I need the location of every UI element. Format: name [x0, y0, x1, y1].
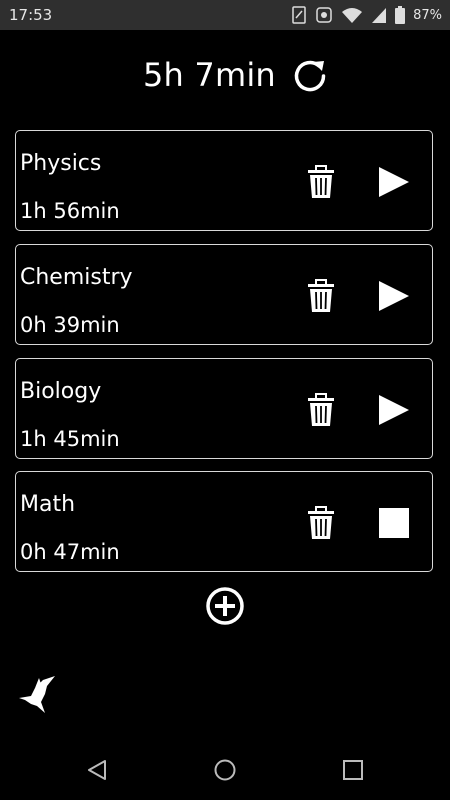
play-icon[interactable]: [377, 279, 411, 313]
signal-icon: [372, 8, 387, 23]
header: 5h 7min: [0, 50, 450, 104]
subject-time: 0h 39min: [20, 313, 120, 337]
notification-icon: [316, 7, 332, 23]
trash-icon[interactable]: [306, 506, 336, 540]
subject-name: Biology: [20, 379, 102, 404]
trash-icon[interactable]: [306, 393, 336, 427]
subject-card-physics[interactable]: Physics 1h 56min: [15, 130, 433, 231]
total-time: 5h 7min: [143, 56, 276, 94]
status-bar: 17:53 87%: [0, 0, 450, 30]
subject-time: 1h 45min: [20, 427, 120, 451]
battery-percent: 87%: [413, 7, 442, 23]
play-icon[interactable]: [377, 393, 411, 427]
sim-icon: [292, 6, 306, 24]
subject-card-biology[interactable]: Biology 1h 45min: [15, 358, 433, 459]
stop-icon[interactable]: [377, 506, 411, 540]
subject-name: Chemistry: [20, 265, 133, 290]
play-icon[interactable]: [377, 165, 411, 199]
recents-icon[interactable]: [342, 759, 364, 781]
wifi-icon: [342, 8, 363, 23]
status-icons: 87%: [291, 6, 442, 24]
subject-card-chemistry[interactable]: Chemistry 0h 39min: [15, 244, 433, 345]
subject-name: Math: [20, 492, 76, 517]
refresh-icon[interactable]: [290, 56, 330, 96]
nav-bar: [0, 740, 450, 800]
trash-icon[interactable]: [306, 279, 336, 313]
status-time: 17:53: [9, 6, 53, 24]
subject-time: 0h 47min: [20, 540, 120, 564]
subject-time: 1h 56min: [20, 199, 120, 223]
battery-icon: [395, 6, 406, 24]
trash-icon[interactable]: [306, 165, 336, 199]
bird-logo-icon: [19, 676, 55, 713]
subject-card-math[interactable]: Math 0h 47min: [15, 471, 433, 572]
back-icon[interactable]: [85, 758, 109, 782]
home-icon[interactable]: [213, 758, 237, 782]
subject-name: Physics: [20, 151, 102, 176]
add-circle-icon[interactable]: [205, 586, 245, 626]
